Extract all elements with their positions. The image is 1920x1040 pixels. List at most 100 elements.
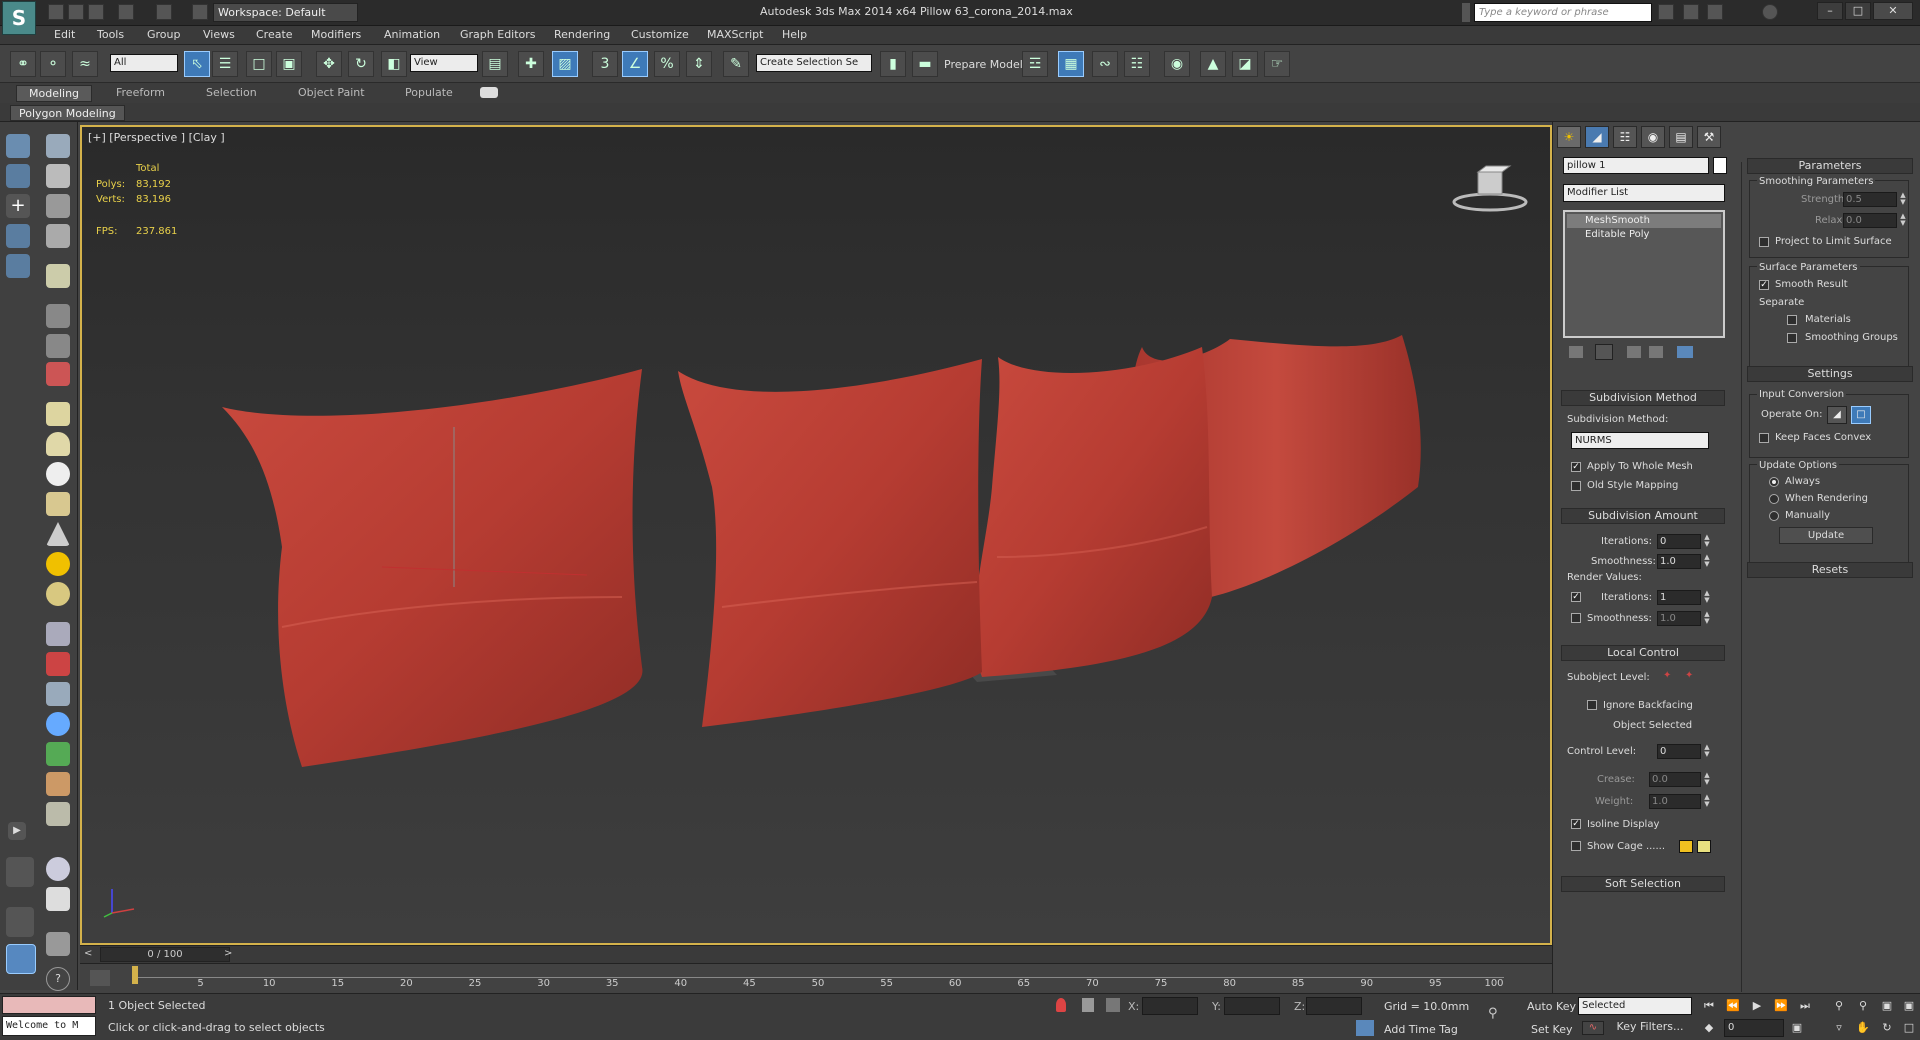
tab-populate[interactable]: Populate bbox=[393, 85, 465, 102]
control-level-spinner[interactable]: ▲ ▼ bbox=[1703, 744, 1711, 759]
curve-editor-icon[interactable]: ∾ bbox=[1092, 51, 1118, 77]
key-mode-icon[interactable]: ◆ bbox=[1700, 1020, 1718, 1036]
render-setup-icon[interactable]: ▲ bbox=[1200, 51, 1226, 77]
separate-smoothing-groups-checkbox[interactable] bbox=[1787, 333, 1797, 343]
layout-double-icon[interactable] bbox=[6, 907, 34, 937]
show-cage-checkbox[interactable] bbox=[1571, 841, 1581, 851]
strength-field[interactable]: 0.5 bbox=[1843, 192, 1897, 207]
minimize-button[interactable]: – bbox=[1817, 2, 1843, 20]
pan-view-icon[interactable]: ✋ bbox=[1854, 1020, 1872, 1036]
box-primitive-icon[interactable] bbox=[46, 402, 70, 426]
old-style-mapping-checkbox[interactable] bbox=[1571, 481, 1581, 491]
maximize-button[interactable]: □ bbox=[1845, 2, 1871, 20]
menu-create[interactable]: Create bbox=[256, 28, 293, 41]
slider-next-icon[interactable]: > bbox=[224, 948, 232, 959]
help-search-input[interactable]: Type a keyword or phrase bbox=[1474, 3, 1652, 22]
isolate-selection-icon[interactable] bbox=[6, 254, 30, 278]
render-icon[interactable] bbox=[46, 164, 70, 188]
isolate-toggle-icon[interactable] bbox=[1056, 998, 1066, 1012]
align-icon[interactable]: ▬ bbox=[912, 51, 938, 77]
soft-selection-rollout[interactable]: Soft Selection bbox=[1561, 876, 1725, 892]
cone-icon[interactable] bbox=[46, 522, 70, 546]
project-folder-icon[interactable] bbox=[192, 4, 208, 20]
layout-single-icon[interactable] bbox=[6, 944, 36, 974]
light-icon[interactable] bbox=[46, 264, 70, 288]
render-iterations-field[interactable]: 1 bbox=[1657, 590, 1701, 605]
unlink-icon[interactable]: ⚬ bbox=[40, 51, 66, 77]
always-radio[interactable] bbox=[1769, 477, 1779, 487]
track-bar[interactable]: 5 10 15 20 25 30 35 40 45 50 55 60 65 70… bbox=[80, 963, 1552, 993]
favorites-star-icon[interactable] bbox=[1707, 4, 1723, 20]
maxscript-listener-output[interactable]: Welcome to M bbox=[2, 1016, 96, 1036]
viewcube-icon[interactable] bbox=[1450, 162, 1530, 217]
pillow-3[interactable] bbox=[974, 347, 1212, 677]
sun-icon[interactable] bbox=[46, 552, 70, 576]
stack-item-meshsmooth[interactable]: MeshSmooth bbox=[1567, 214, 1721, 228]
display-tab-icon[interactable]: ▤ bbox=[1669, 126, 1693, 148]
modifier-list-dropdown[interactable]: Modifier List bbox=[1563, 184, 1725, 202]
select-object-icon[interactable]: ⬁ bbox=[184, 51, 210, 77]
select-and-link-icon[interactable]: ⚭ bbox=[10, 51, 36, 77]
absolute-mode-icon[interactable] bbox=[1106, 998, 1120, 1012]
set-key-button[interactable]: Set Key bbox=[1531, 1023, 1573, 1036]
weight-field[interactable]: 1.0 bbox=[1649, 794, 1701, 809]
previous-frame-icon[interactable]: ⏪ bbox=[1724, 998, 1742, 1014]
vertex-subobject-icon[interactable]: ✦ bbox=[1663, 670, 1677, 682]
subdivision-amount-rollout[interactable]: Subdivision Amount bbox=[1561, 508, 1725, 524]
maximize-viewport-icon[interactable]: □ bbox=[1900, 1020, 1918, 1036]
render-smoothness-field[interactable]: 1.0 bbox=[1657, 611, 1701, 626]
scene-explorer-icon[interactable] bbox=[6, 134, 30, 158]
percent-snap-icon[interactable]: % bbox=[654, 51, 680, 77]
grid-icon[interactable] bbox=[46, 887, 70, 911]
rendered-frame-window-icon[interactable]: ◪ bbox=[1232, 51, 1258, 77]
menu-graph-editors[interactable]: Graph Editors bbox=[460, 28, 536, 41]
crease-spinner[interactable]: ▲ ▼ bbox=[1703, 772, 1711, 787]
app-logo[interactable]: S bbox=[2, 1, 36, 35]
default-in-out-tangent-icon[interactable]: ∿ bbox=[1582, 1021, 1604, 1035]
help-icon[interactable]: ? bbox=[46, 967, 70, 991]
select-and-scale-icon[interactable]: ◧ bbox=[381, 51, 407, 77]
select-by-name-icon[interactable] bbox=[6, 224, 30, 248]
snaps-toggle-icon[interactable]: 3 bbox=[592, 51, 618, 77]
isoline-display-checkbox[interactable]: ✓ bbox=[1571, 819, 1581, 829]
spacewarp-icon[interactable] bbox=[46, 362, 70, 386]
iterations-field[interactable]: 0 bbox=[1657, 534, 1701, 549]
close-button[interactable]: ✕ bbox=[1873, 2, 1913, 20]
select-and-rotate-icon[interactable]: ↻ bbox=[348, 51, 374, 77]
render-smoothness-spinner[interactable]: ▲ ▼ bbox=[1703, 611, 1711, 626]
update-button[interactable]: Update bbox=[1779, 527, 1873, 544]
render-smoothness-checkbox[interactable] bbox=[1571, 613, 1581, 623]
render-iterations-spinner[interactable]: ▲ ▼ bbox=[1703, 590, 1711, 605]
current-frame-field[interactable]: 0 bbox=[1724, 1019, 1784, 1037]
named-selection-dropdown[interactable]: Create Selection Se bbox=[756, 54, 872, 72]
field-of-view-icon[interactable]: ▿ bbox=[1830, 1020, 1848, 1036]
when-rendering-radio[interactable] bbox=[1769, 494, 1779, 504]
teapot-icon[interactable] bbox=[46, 134, 70, 158]
operate-on-polygons-icon[interactable]: □ bbox=[1851, 406, 1871, 424]
go-to-end-icon[interactable]: ⏭ bbox=[1796, 998, 1814, 1014]
grass-icon[interactable] bbox=[46, 492, 70, 516]
auto-key-button[interactable]: Auto Key bbox=[1527, 1000, 1576, 1013]
material-editor-icon[interactable]: ◉ bbox=[1164, 51, 1190, 77]
prepare-model-label[interactable]: Prepare Model bbox=[944, 58, 1023, 71]
subdivision-method-rollout[interactable]: Subdivision Method bbox=[1561, 390, 1725, 406]
smoothness-field[interactable]: 1.0 bbox=[1657, 554, 1701, 569]
time-tag-icon[interactable] bbox=[1356, 1020, 1374, 1036]
expand-arrow-icon[interactable]: ▶ bbox=[8, 822, 26, 840]
menu-modifiers[interactable]: Modifiers bbox=[311, 28, 361, 41]
local-control-rollout[interactable]: Local Control bbox=[1561, 645, 1725, 661]
table-icon[interactable] bbox=[46, 224, 70, 248]
project-limit-checkbox[interactable] bbox=[1759, 237, 1769, 247]
edit-named-selection-icon[interactable]: ✎ bbox=[723, 51, 749, 77]
weight-spinner[interactable]: ▲ ▼ bbox=[1703, 794, 1711, 809]
add-time-tag[interactable]: Add Time Tag bbox=[1384, 1023, 1458, 1036]
helper-icon[interactable] bbox=[46, 334, 70, 358]
strength-spinner[interactable]: ▲ ▼ bbox=[1899, 192, 1907, 207]
binoculars-icon[interactable] bbox=[1658, 4, 1674, 20]
globe-icon[interactable] bbox=[46, 712, 70, 736]
camera-icon[interactable] bbox=[46, 304, 70, 328]
ball-icon[interactable] bbox=[46, 582, 70, 606]
sphere-icon[interactable] bbox=[46, 462, 70, 486]
keyboard-shortcut-override-icon[interactable]: ▨ bbox=[552, 51, 578, 77]
open-file-icon[interactable] bbox=[68, 4, 84, 20]
